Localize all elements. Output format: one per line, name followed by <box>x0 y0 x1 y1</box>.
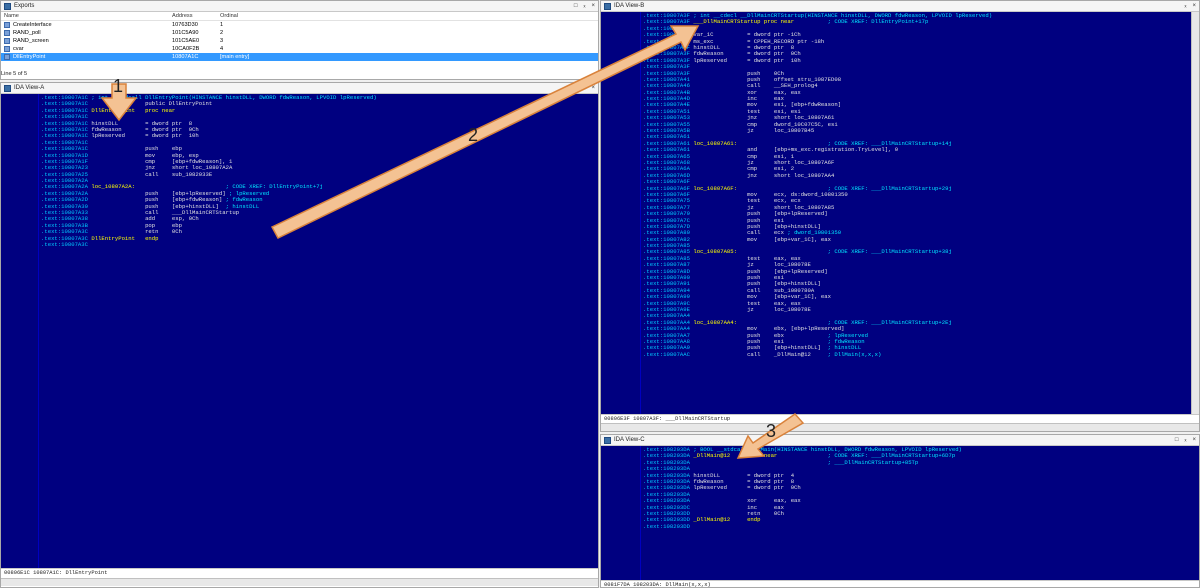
export-name: RAND_poll <box>13 30 41 36</box>
export-name-cell: DllEntryPoint <box>4 54 172 60</box>
close-icon[interactable]: × <box>1192 437 1196 443</box>
flow-arrows-gutter <box>601 12 641 414</box>
ida-view-b-title: IDA View-B <box>614 3 645 9</box>
ida-view-b-status: 00806E3F 10807A3F: ___DllMainCRTStartup <box>601 414 1199 422</box>
float-icon[interactable]: ₓ <box>584 3 586 9</box>
export-name-cell: cvar <box>4 46 172 52</box>
restore-icon[interactable]: □ <box>574 3 578 9</box>
column-header-ordinal[interactable]: Ordinal <box>220 13 280 19</box>
ida-view-b-titlebar: IDA View-B ₓ × <box>601 1 1199 12</box>
callout-2: 2 <box>468 125 479 145</box>
column-header-name[interactable]: Name <box>4 13 172 19</box>
callout-3: 3 <box>766 421 777 441</box>
export-ordinal: 3 <box>220 38 224 44</box>
export-name: cvar <box>13 46 24 52</box>
ida-view-c-status: 0081F7DA 108203DA: DllMain(x,x,x) <box>601 580 1199 587</box>
disassembly-icon <box>604 2 611 10</box>
code-line[interactable]: .text:10807A3C <box>41 241 598 248</box>
ida-view-a-status: 00806E1C 10807A1C: DllEntryPoint <box>1 568 598 576</box>
code-listing[interactable]: .text:108203DA ; BOOL __stdcall DllMain(… <box>641 446 1199 580</box>
exports-row[interactable]: RAND_screen 101C5AE0 3 <box>1 37 598 45</box>
close-icon[interactable]: × <box>1192 3 1196 9</box>
horizontal-scrollbar[interactable] <box>1 578 598 586</box>
callout-1: 1 <box>113 76 124 96</box>
restore-icon[interactable]: □ <box>1175 437 1179 443</box>
exports-header: Name Address Ordinal <box>1 12 598 21</box>
export-name: DllEntryPoint <box>13 54 46 60</box>
code-line[interactable]: .text:10807AAC call _DllMain@12 ; DllMai… <box>643 351 1191 358</box>
vertical-scrollbar[interactable] <box>1191 12 1199 414</box>
close-icon[interactable]: × <box>591 85 595 91</box>
disassembly-icon <box>604 436 611 444</box>
column-header-address[interactable]: Address <box>172 13 220 19</box>
exports-row[interactable]: RAND_poll 101C5A90 2 <box>1 29 598 37</box>
function-icon <box>4 54 10 60</box>
ida-view-b-listing[interactable]: .text:10807A3F ; int __cdecl __DllMainCR… <box>601 12 1191 414</box>
export-ordinal: 4 <box>220 46 224 52</box>
close-icon[interactable]: × <box>591 3 595 9</box>
function-icon <box>4 46 10 52</box>
export-address: 101C5AE0 <box>172 38 200 44</box>
function-icon <box>4 22 10 28</box>
ida-view-a-window: IDA View-A □ ₓ × .text:10807A1C ; int __st… <box>0 82 599 588</box>
exports-table: CreateInterface 10763D30 1 RAND_poll 101C5A9… <box>1 21 598 61</box>
flow-arrows-gutter <box>1 94 39 568</box>
float-icon[interactable]: ₓ <box>584 85 586 91</box>
exports-status: Line 5 of 5 <box>1 71 28 77</box>
ida-view-a-listing[interactable]: .text:10807A1C ; int __stdcall DllEntryP… <box>1 94 598 568</box>
ida-view-a-title: IDA View-A <box>14 85 45 91</box>
code-listing[interactable]: .text:10807A1C ; int __stdcall DllEntryP… <box>39 94 598 568</box>
export-name-cell: CreateInterface <box>4 22 172 28</box>
ida-view-c-listing[interactable]: .text:108203DA ; BOOL __stdcall DllMain(… <box>601 446 1199 580</box>
ida-view-b-window: IDA View-B ₓ × .text:10807A3F ; int __cde… <box>600 0 1200 432</box>
exports-row[interactable]: CreateInterface 10763D30 1 <box>1 21 598 29</box>
horizontal-scrollbar[interactable] <box>601 423 1199 431</box>
export-address: 101C5A90 <box>172 30 199 36</box>
exports-row[interactable]: cvar 10CA0F2B 4 <box>1 45 598 53</box>
export-name-cell: RAND_screen <box>4 38 172 44</box>
export-name-cell: RAND_poll <box>4 30 172 36</box>
export-ordinal: 2 <box>220 30 224 36</box>
disassembly-icon <box>4 84 11 92</box>
code-listing[interactable]: .text:10807A3F ; int __cdecl __DllMainCR… <box>641 12 1191 414</box>
float-icon[interactable]: ₓ <box>1185 437 1187 443</box>
code-line[interactable]: .text:108203DD <box>643 523 1199 530</box>
exports-titlebar: Exports □ ₓ × <box>1 1 598 12</box>
exports-title: Exports <box>14 3 35 9</box>
export-address: 10763D30 <box>172 22 198 28</box>
restore-icon[interactable]: □ <box>574 85 578 91</box>
exports-window: Exports □ ₓ × Name Address Ordinal CreateI… <box>0 0 599 80</box>
flow-arrows-gutter <box>601 446 641 580</box>
export-address: 10807A1C <box>172 54 199 60</box>
function-icon <box>4 30 10 36</box>
float-icon[interactable]: ₓ <box>1185 3 1187 9</box>
export-address: 10CA0F2B <box>172 46 200 52</box>
ida-view-a-titlebar: IDA View-A □ ₓ × <box>1 83 598 94</box>
table-icon <box>4 2 11 10</box>
ida-view-c-window: IDA View-C □ ₓ × .text:108203DA ; BOOL __s… <box>600 434 1200 588</box>
export-name: RAND_screen <box>13 38 49 44</box>
export-ordinal: [main entry] <box>220 54 250 60</box>
export-ordinal: 1 <box>220 22 224 28</box>
ida-view-c-titlebar: IDA View-C □ ₓ × <box>601 435 1199 446</box>
exports-row[interactable]: DllEntryPoint 10807A1C [main entry] <box>1 53 598 61</box>
export-name: CreateInterface <box>13 22 52 28</box>
function-icon <box>4 38 10 44</box>
ida-view-c-title: IDA View-C <box>614 437 645 443</box>
